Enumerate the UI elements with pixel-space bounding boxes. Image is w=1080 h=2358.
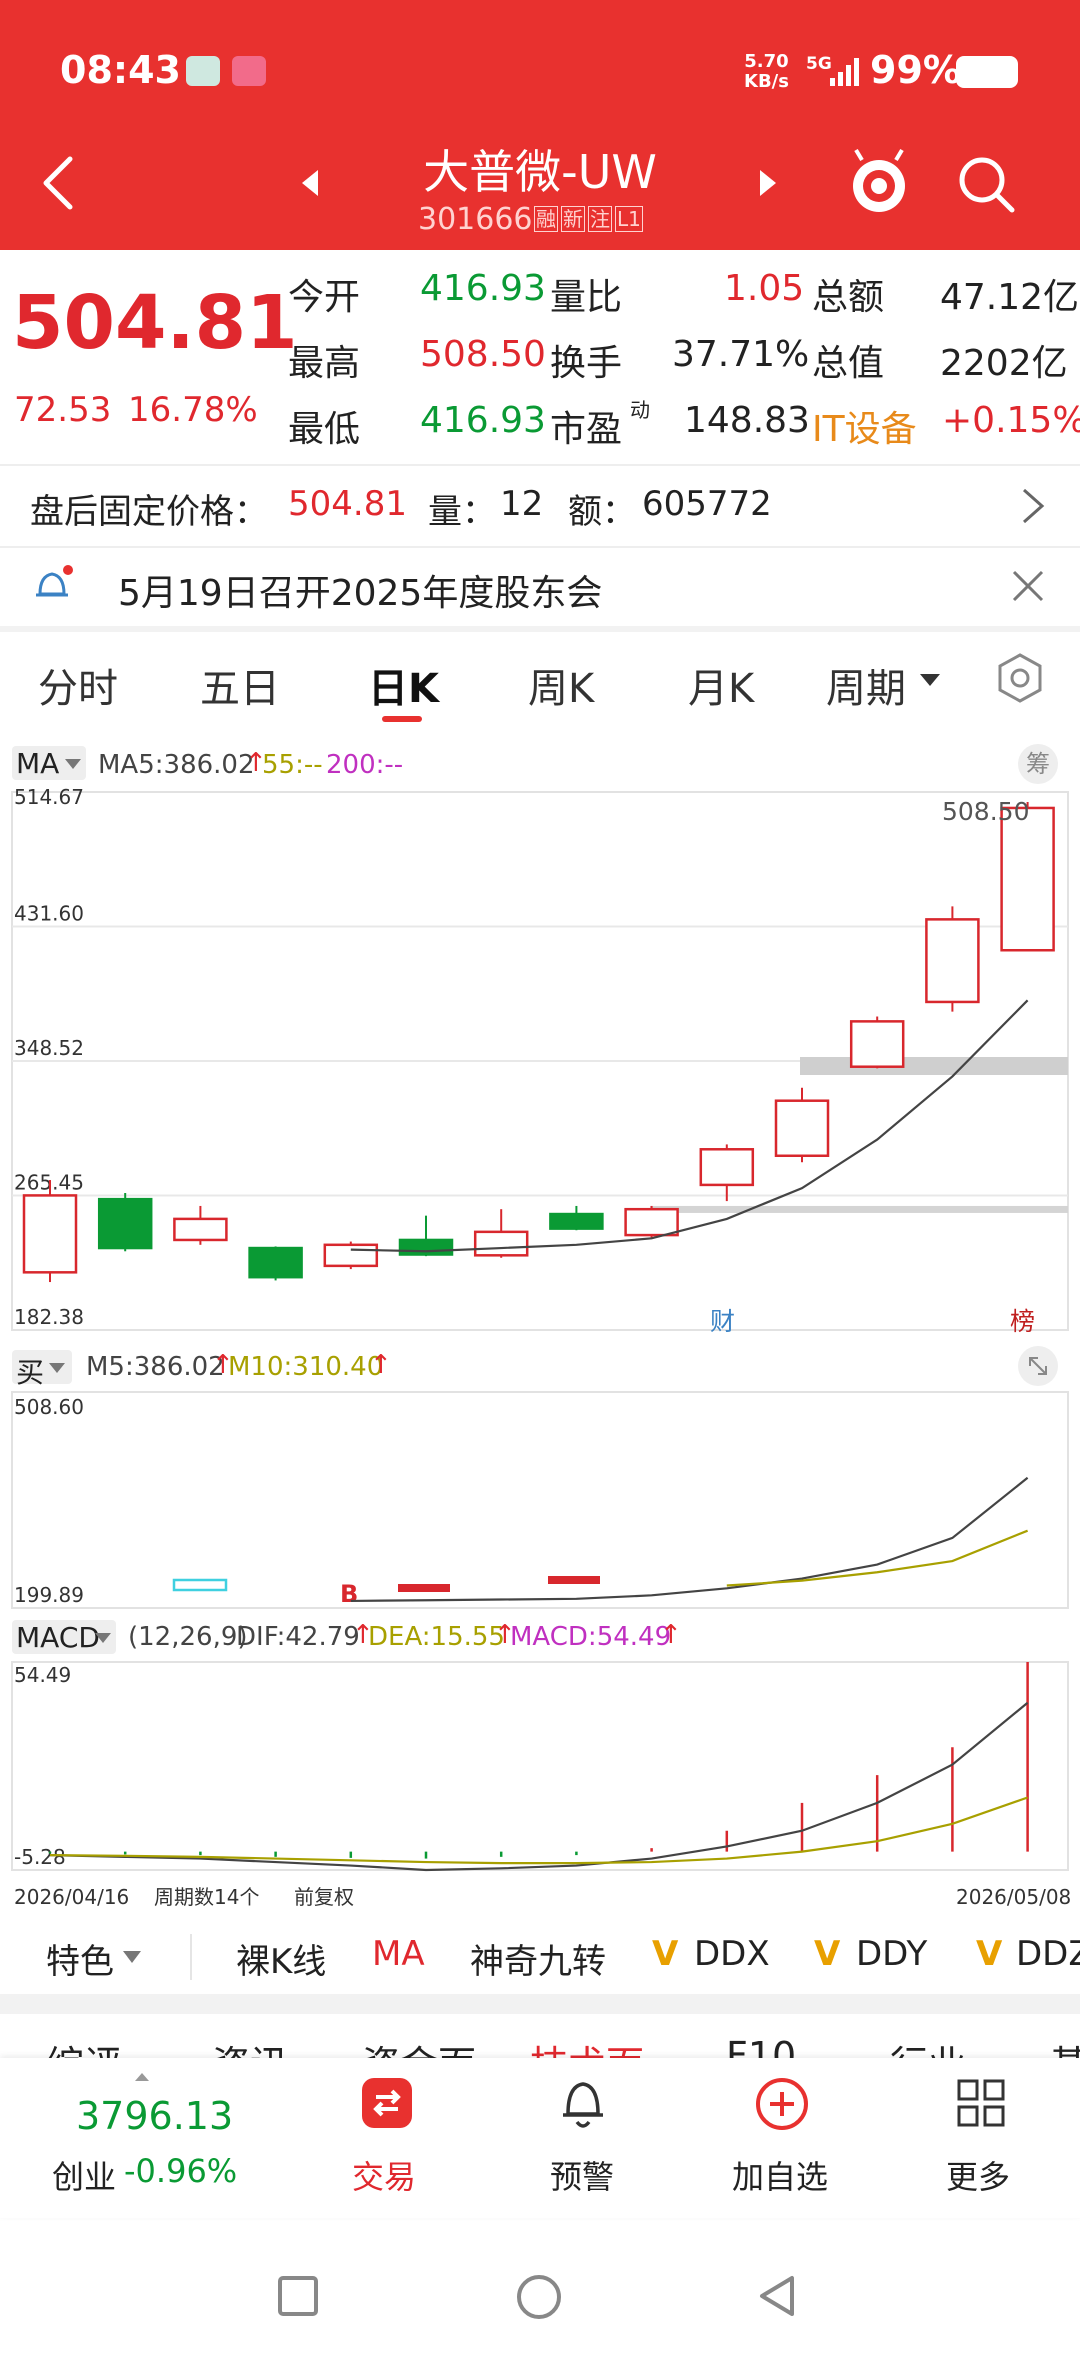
vip-icon: V: [652, 1934, 679, 1974]
section-tab-fund[interactable]: 基: [1050, 2034, 1080, 2060]
index-up-caret-icon: [135, 2073, 149, 2081]
nav-alert[interactable]: 预警: [550, 2152, 614, 2198]
index-name: 创业: [52, 2158, 117, 2196]
candle-body: [849, 1020, 905, 1068]
ma5-line: [350, 999, 1029, 1253]
section-tabs: 综评 资讯 资金面 技术面 F10 行业 基: [0, 2014, 1080, 2060]
indicator-ma[interactable]: MA: [372, 1934, 425, 1974]
nav-add-watchlist[interactable]: 加自选: [732, 2152, 828, 2198]
index-value[interactable]: 3796.13: [76, 2094, 233, 2138]
buy-b-marker: B: [340, 1580, 358, 1608]
candle-body: [624, 1207, 679, 1237]
kline-y-tick: 348.52: [14, 1036, 84, 1060]
macd-y-tick: 54.49: [14, 1663, 71, 1687]
earnings-marker: 财: [710, 1307, 735, 1336]
macd-y-tick: -5.28: [14, 1845, 66, 1869]
candle-body: [323, 1243, 379, 1268]
indicator-ddx[interactable]: DDX: [694, 1934, 770, 1974]
trade-icon[interactable]: [362, 2078, 412, 2128]
dea-line: [49, 1796, 1028, 1865]
x-end-date: 2026/05/08: [956, 1885, 1071, 1909]
indicator-feature[interactable]: 特色: [46, 1934, 114, 1983]
macd-frame: [11, 1661, 1069, 1871]
section-tab-capital[interactable]: 资金面: [362, 2034, 476, 2060]
nav-more[interactable]: 更多: [946, 2152, 1010, 2198]
section-tab-overview[interactable]: 综评: [46, 2034, 122, 2060]
section-tab-technical[interactable]: 技术面: [530, 2034, 644, 2060]
m10-line: [726, 1529, 1029, 1587]
vip-icon: V: [814, 1934, 841, 1974]
m5-line: [350, 1476, 1029, 1603]
adjustment-label: 前复权: [294, 1885, 354, 1909]
kline-y-tick: 431.60: [14, 901, 84, 925]
bottom-nav: 3796.13 创业 -0.96% 交易 预警 加自选 更多: [0, 2058, 1080, 2218]
kline-y-tick: 182.38: [14, 1305, 84, 1329]
candle-body: [97, 1197, 153, 1250]
buy-panel-frame: [11, 1391, 1069, 1609]
more-grid-icon[interactable]: [956, 2078, 1006, 2128]
indicator-naked-k[interactable]: 裸K线: [236, 1934, 326, 1983]
indicator-ddy[interactable]: DDY: [856, 1934, 927, 1974]
indicator-td9[interactable]: 神奇九转: [470, 1934, 606, 1983]
candle-body: [549, 1212, 604, 1230]
nav-trade[interactable]: 交易: [352, 2152, 416, 2198]
add-watchlist-icon[interactable]: [754, 2076, 810, 2132]
support-band: [650, 1205, 1068, 1213]
dif-line: [49, 1701, 1029, 1872]
buy-y-tick: 199.89: [14, 1583, 84, 1607]
buy-signal-bar: [172, 1578, 228, 1592]
candle-body: [1000, 806, 1055, 952]
home-icon[interactable]: [514, 2272, 564, 2322]
period-count-label: 周期数14个: [154, 1885, 259, 1909]
high-price-label: 508.50: [942, 797, 1029, 826]
buy-y-tick: 508.60: [14, 1395, 84, 1419]
back-nav-icon[interactable]: [756, 2274, 800, 2318]
alert-bell-icon[interactable]: [558, 2074, 608, 2134]
recent-apps-icon[interactable]: [276, 2274, 320, 2318]
candle-body: [22, 1194, 78, 1274]
x-start-date: 2026/04/16: [14, 1885, 129, 1909]
index-change: -0.96%: [124, 2152, 238, 2190]
vip-icon: V: [976, 1934, 1003, 1974]
candle-body: [473, 1230, 529, 1257]
buy-signal-bar: [398, 1584, 450, 1592]
kline-chart[interactable]: 514.67 431.60 348.52 265.45 182.38 508.50 财 榜 50…: [0, 0, 1080, 1920]
indicator-tabs: 特色 裸K线 MA 神奇九转 V DDX V DDY V DDZ: [0, 1924, 1080, 1994]
ranking-marker: 榜: [1010, 1307, 1035, 1336]
candle-body: [173, 1217, 228, 1242]
kline-y-tick: 514.67: [14, 785, 84, 809]
buy-signal-bar: [548, 1576, 600, 1584]
candle-body: [774, 1099, 830, 1158]
section-tab-news[interactable]: 资讯: [212, 2034, 288, 2060]
feature-dropdown-icon: [123, 1951, 141, 1963]
indicator-ddz[interactable]: DDZ: [1016, 1934, 1080, 1974]
resistance-band: [800, 1056, 1068, 1075]
candle-body: [699, 1148, 755, 1187]
section-tab-f10[interactable]: F10: [726, 2034, 796, 2060]
candle-body: [248, 1246, 303, 1279]
section-tab-industry[interactable]: 行业: [890, 2034, 966, 2060]
kline-y-tick: 265.45: [14, 1171, 84, 1195]
candle-body: [925, 918, 980, 1004]
